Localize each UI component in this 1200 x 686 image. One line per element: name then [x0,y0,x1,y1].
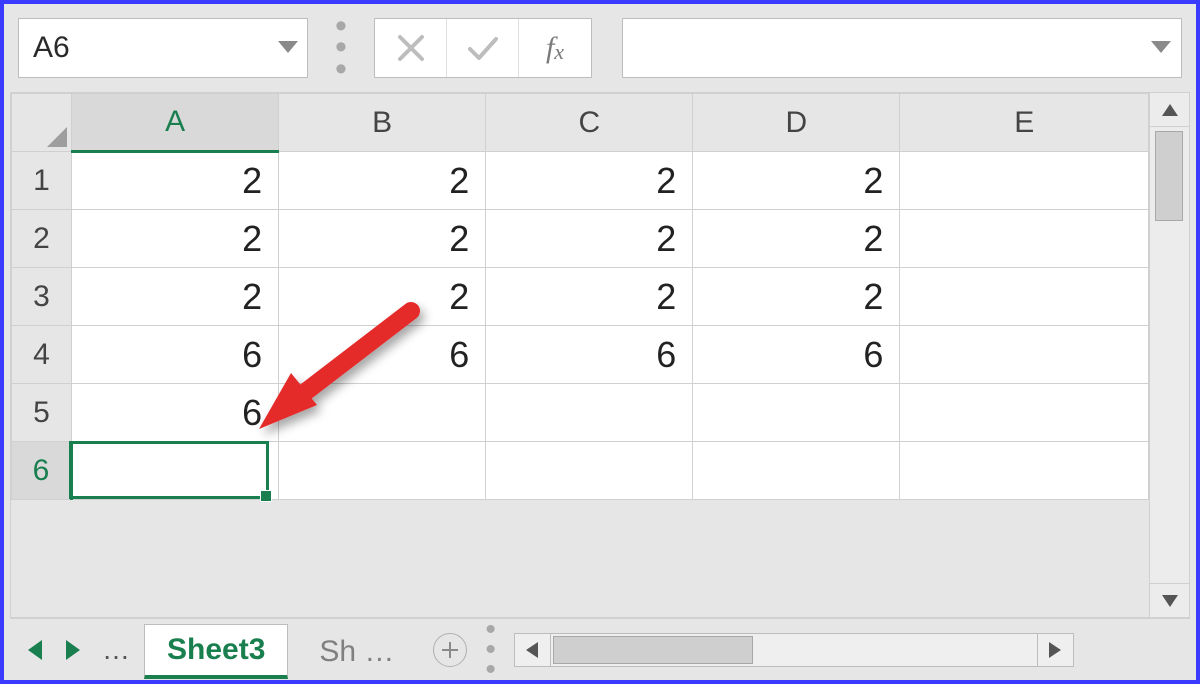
enter-icon[interactable] [447,19,519,77]
scroll-down-icon[interactable] [1150,583,1189,617]
cell-E1[interactable] [900,152,1149,210]
cell-B4[interactable]: 6 [279,326,486,384]
cell-C4[interactable]: 6 [486,326,693,384]
hscroll-track[interactable] [551,634,1037,666]
column-header-A[interactable]: A [72,94,279,152]
tab-nav-prev-icon[interactable] [20,630,50,670]
name-box[interactable]: A6 [18,18,308,78]
cell-C2[interactable]: 2 [486,210,693,268]
cell-B5[interactable] [279,384,486,442]
scroll-right-icon[interactable] [1037,634,1073,666]
split-handle-icon[interactable]: ••• [326,20,356,77]
row-header-6[interactable]: 6 [12,442,72,500]
cell-B3[interactable]: 2 [279,268,486,326]
sheet-tab-active[interactable]: Sheet3 [144,624,288,679]
cell-D6[interactable] [693,442,900,500]
cell-D3[interactable]: 2 [693,268,900,326]
tab-split-handle-icon[interactable]: ••• [485,624,496,676]
cell-C3[interactable]: 2 [486,268,693,326]
scrollbar-thumb[interactable] [1155,131,1183,221]
formula-input[interactable] [622,18,1182,78]
scroll-left-icon[interactable] [515,634,551,666]
select-all-corner[interactable] [12,94,72,152]
cell-C5[interactable] [486,384,693,442]
cell-D2[interactable]: 2 [693,210,900,268]
column-header-B[interactable]: B [279,94,486,152]
insert-function-icon[interactable]: fx [519,19,591,77]
cell-E6[interactable] [900,442,1149,500]
cell-D5[interactable] [693,384,900,442]
cell-C1[interactable]: 2 [486,152,693,210]
row-header-1[interactable]: 1 [12,152,72,210]
column-header-D[interactable]: D [693,94,900,152]
cell-D1[interactable]: 2 [693,152,900,210]
sheet-tab-truncated-label: Sh … [319,635,394,668]
cell-E4[interactable] [900,326,1149,384]
row-header-2[interactable]: 2 [12,210,72,268]
sheet-tab-truncated[interactable]: Sh … [296,626,417,678]
cell-A2[interactable]: 2 [72,210,279,268]
sheet-tab-active-label: Sheet3 [167,633,265,666]
name-box-dropdown-icon[interactable] [274,34,302,62]
sheet-tab-bar: … Sheet3 Sh … ••• [10,618,1190,680]
cell-C6[interactable] [486,442,693,500]
name-box-wrap: A6 [18,18,308,78]
scroll-up-icon[interactable] [1150,93,1189,127]
cell-A3[interactable]: 2 [72,268,279,326]
cell-A5[interactable]: 6 [72,384,279,442]
formula-bar-area: A6 ••• fx [4,4,1196,92]
tab-nav-next-icon[interactable] [58,630,88,670]
cell-B2[interactable]: 2 [279,210,486,268]
vertical-scrollbar[interactable] [1149,93,1189,617]
horizontal-scrollbar[interactable] [514,633,1074,667]
name-box-value: A6 [33,31,70,65]
new-sheet-button[interactable] [433,633,467,667]
cell-D4[interactable]: 6 [693,326,900,384]
row-header-3[interactable]: 3 [12,268,72,326]
tab-nav-ellipsis[interactable]: … [96,634,136,666]
formula-expand-icon[interactable] [1147,34,1175,62]
column-header-C[interactable]: C [486,94,693,152]
row-header-5[interactable]: 5 [12,384,72,442]
cancel-icon[interactable] [375,19,447,77]
column-header-E[interactable]: E [900,94,1149,152]
cell-B1[interactable]: 2 [279,152,486,210]
spreadsheet-grid[interactable]: A B C D E 1 2 2 2 2 [11,93,1149,500]
cell-A6[interactable] [72,442,279,500]
cell-A1[interactable]: 2 [72,152,279,210]
cell-B6[interactable] [279,442,486,500]
grid-area: A B C D E 1 2 2 2 2 [4,92,1196,680]
row-header-4[interactable]: 4 [12,326,72,384]
excel-window: A6 ••• fx [0,0,1200,684]
cell-A4[interactable]: 6 [72,326,279,384]
formula-bar-buttons: fx [374,18,592,78]
hscroll-thumb[interactable] [553,636,753,664]
cell-E3[interactable] [900,268,1149,326]
cell-E5[interactable] [900,384,1149,442]
cell-E2[interactable] [900,210,1149,268]
